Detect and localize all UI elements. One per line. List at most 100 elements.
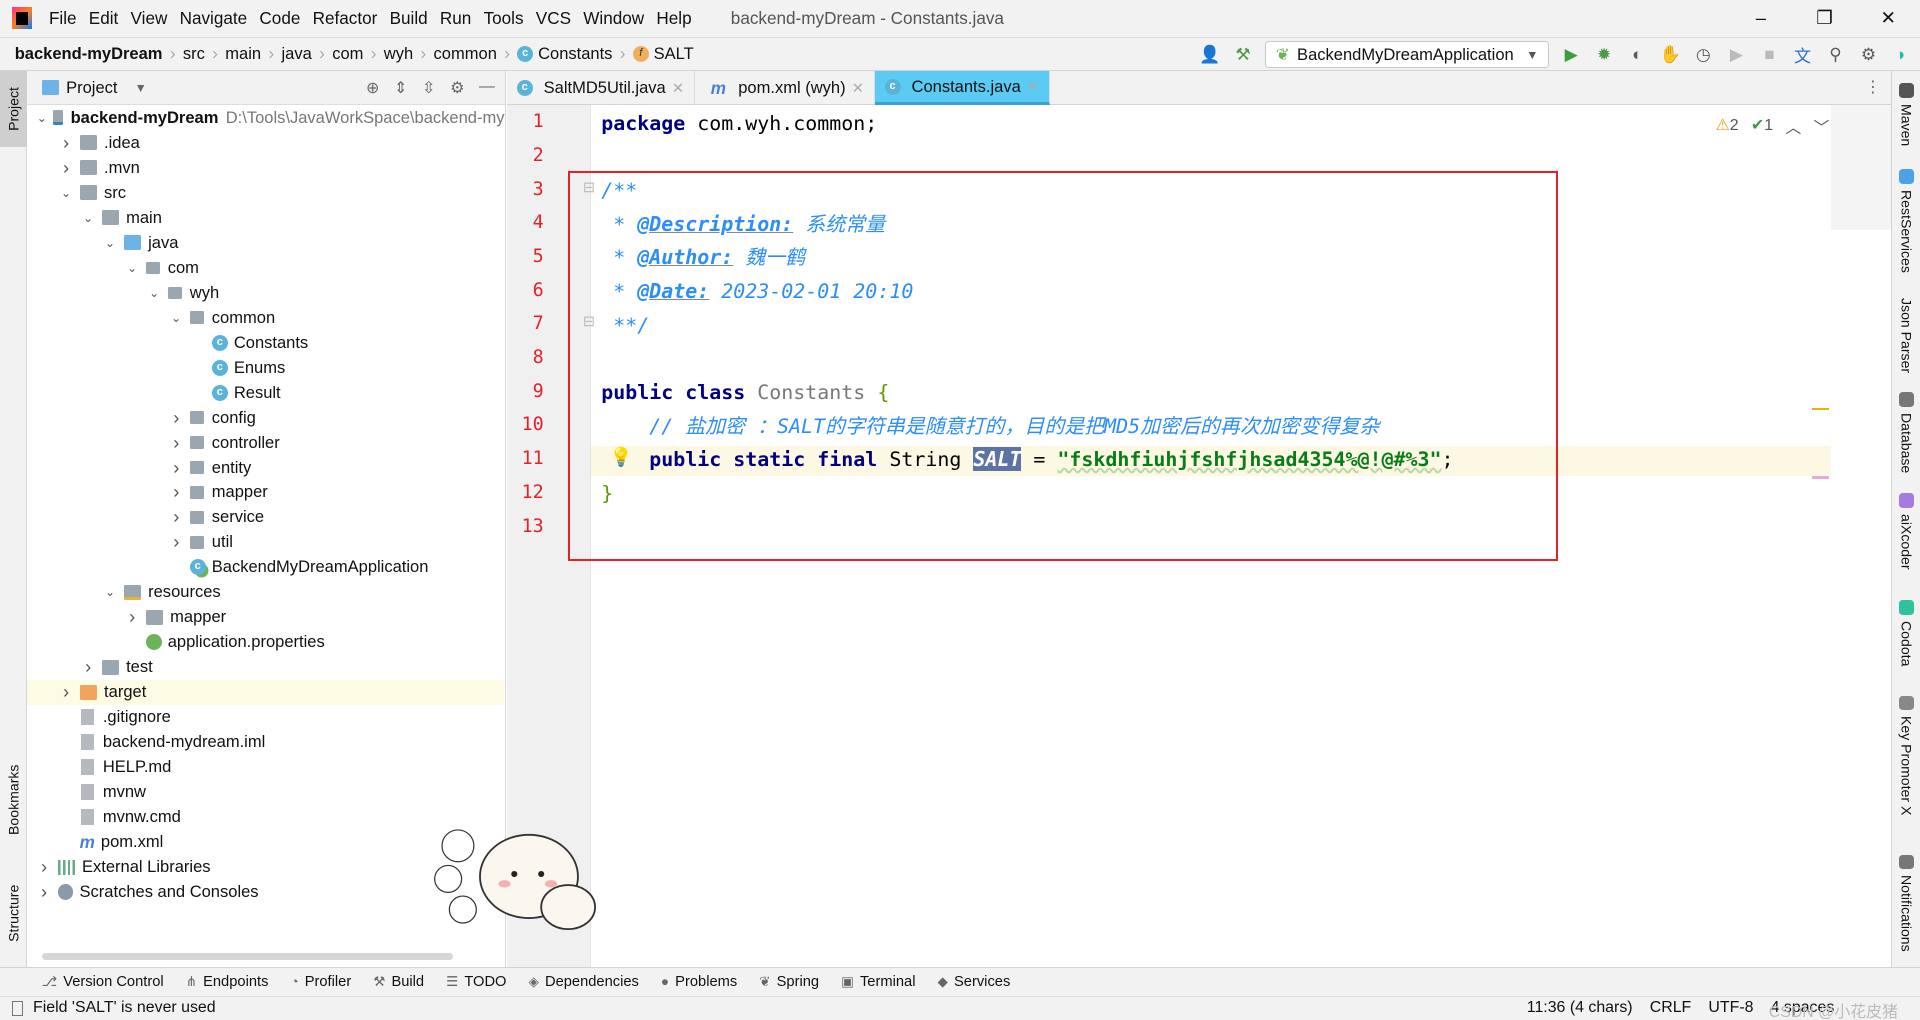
menu-code[interactable]: Code [259,8,300,29]
tree-item[interactable]: › util [27,530,505,555]
ok-count[interactable]: ✔1 [1751,115,1773,138]
chevron-right-icon[interactable]: › [169,457,184,479]
code-line[interactable]: package com.wyh.common; [601,107,877,141]
debug-icon[interactable]: ✹ [1593,44,1615,65]
chevron-right-icon[interactable]: › [169,432,184,454]
breadcrumb-item[interactable]: main [225,44,261,64]
tree-item[interactable]: c Enums [27,355,505,380]
tree-item[interactable]: ⌄ resources [27,580,505,605]
tree-item[interactable]: HELP.md [27,755,505,780]
locate-icon[interactable]: ⊕ [366,78,379,98]
tab-pom[interactable]: m pom.xml (wyh) ✕ [695,71,875,106]
breadcrumb-item[interactable]: f SALT [632,44,694,64]
previous-highlight-icon[interactable]: ︿ [1785,115,1801,138]
tree-item[interactable]: › service [27,505,505,530]
stop-icon[interactable]: ■ [1758,44,1780,65]
expand-all-icon[interactable]: ⇕ [394,78,407,98]
tree-item[interactable]: mvnw [27,780,505,805]
search-icon[interactable]: ⚲ [1825,44,1847,65]
chevron-down-icon[interactable]: ▼ [135,81,147,95]
menu-window[interactable]: Window [583,8,644,29]
tool-window-services[interactable]: ◆ Services [938,974,1011,990]
breadcrumb-item[interactable]: backend-myDream [15,44,163,64]
project-tool-tab[interactable]: Project [0,71,27,147]
chevron-right-icon[interactable]: › [169,531,184,553]
right-tool-tab-aixcoder[interactable]: aiXcoder [1892,493,1920,570]
tree-item[interactable]: c BackendMyDreamApplication [27,555,505,580]
breadcrumb-item[interactable]: wyh [384,44,413,64]
toolbox-icon[interactable]: ◗ [1891,44,1913,65]
status-toggle-icon[interactable] [12,1000,24,1016]
chevron-right-icon[interactable]: › [59,681,74,703]
chevron-down-icon[interactable]: ⌄ [125,261,140,275]
line-separator[interactable]: CRLF [1650,999,1692,1017]
breadcrumb-item[interactable]: c Constants [517,44,612,64]
build-hammer-icon[interactable]: ⚒ [1232,44,1254,65]
right-tool-tab-codota[interactable]: Codota [1892,599,1920,666]
close-button[interactable]: ✕ [1856,0,1920,37]
chevron-right-icon[interactable]: › [169,407,184,429]
fold-marker-icon[interactable]: ⊟ [583,313,595,330]
tree-item[interactable]: ⌄ backend-myDream D:\Tools\JavaWorkSpace\b… [27,105,505,130]
run-configuration-select[interactable]: ❦ BackendMyDreamApplication ▼ [1265,41,1550,69]
run-icon[interactable]: ▶ [1560,44,1582,65]
more-tabs-icon[interactable]: ⋮ [1865,71,1881,104]
tree-item[interactable]: › .mvn [27,155,505,180]
chevron-down-icon[interactable]: ⌄ [59,186,74,200]
menu-file[interactable]: File [49,8,77,29]
tree-item[interactable]: › .idea [27,130,505,155]
minimize-button[interactable]: – [1729,0,1793,37]
close-tab-icon[interactable]: ✕ [672,80,684,97]
breadcrumb-item[interactable]: com [332,44,363,64]
menu-edit[interactable]: Edit [89,8,119,29]
chevron-down-icon[interactable]: ⌄ [81,211,96,225]
close-tab-icon[interactable]: ✕ [852,80,864,97]
tab-constants[interactable]: c Constants.java ✕ [874,71,1050,106]
project-panel-title[interactable]: Project [66,78,117,98]
tool-window-todo[interactable]: ☰ TODO [446,974,506,990]
tool-window-build[interactable]: ⚒ Build [373,974,424,990]
tree-item[interactable]: ⌄ wyh [27,280,505,305]
fold-marker-icon[interactable]: ⊟ [583,179,595,196]
inspection-widget[interactable]: ⚠2 ✔1 ︿ ﹀ [1716,115,1830,138]
menu-tools[interactable]: Tools [484,8,524,29]
horizontal-scrollbar[interactable] [41,952,454,960]
profile-icon[interactable]: ✋ [1659,44,1681,65]
breadcrumb-item[interactable]: src [183,44,205,64]
close-tab-icon[interactable]: ✕ [1027,78,1039,95]
tree-item[interactable]: › mapper [27,605,505,630]
bookmarks-tool-tab[interactable]: Bookmarks [0,751,27,849]
menu-vcs[interactable]: VCS [536,8,571,29]
tab-saltmd5util[interactable]: c SaltMD5Util.java ✕ [507,71,695,106]
collapse-all-icon[interactable]: ⇳ [422,78,435,98]
chevron-down-icon[interactable]: ⌄ [169,311,184,325]
right-tool-tab-json-parser[interactable]: Json Parser [1892,298,1920,373]
user-icon[interactable]: 👤 [1199,44,1221,65]
chevron-right-icon[interactable]: › [59,157,74,179]
tree-item[interactable]: application.properties [27,630,505,655]
right-tool-tab-maven[interactable]: Maven [1892,83,1920,146]
tree-item[interactable]: backend-mydream.iml [27,730,505,755]
coverage-icon[interactable]: ◐ [1626,44,1648,65]
menu-navigate[interactable]: Navigate [180,8,248,29]
chevron-right-icon[interactable]: › [169,506,184,528]
tree-item[interactable]: c Result [27,380,505,405]
chevron-right-icon[interactable]: › [81,656,96,678]
chevron-right-icon[interactable]: › [37,881,52,903]
breadcrumb-item[interactable]: java [281,44,311,64]
tool-window-profiler[interactable]: ◔ Profiler [290,974,351,990]
tool-window-version-control[interactable]: ⎇ Version Control [42,974,164,990]
chevron-right-icon[interactable]: › [37,856,52,878]
right-tool-tab-key-promoter-x[interactable]: Key Promoter X [1892,695,1920,816]
right-tool-tab-database[interactable]: Database [1892,391,1920,473]
tree-item[interactable]: ⌄ com [27,255,505,280]
chevron-right-icon[interactable]: › [59,132,74,154]
translate-icon[interactable]: 文 [1792,42,1814,67]
file-encoding[interactable]: UTF-8 [1708,999,1753,1017]
menu-view[interactable]: View [131,8,168,29]
tree-item[interactable]: .gitignore [27,705,505,730]
code-minimap[interactable] [1830,105,1891,231]
tree-item[interactable]: ⌄ src [27,180,505,205]
tree-item[interactable]: › controller [27,430,505,455]
menu-run[interactable]: Run [440,8,471,29]
